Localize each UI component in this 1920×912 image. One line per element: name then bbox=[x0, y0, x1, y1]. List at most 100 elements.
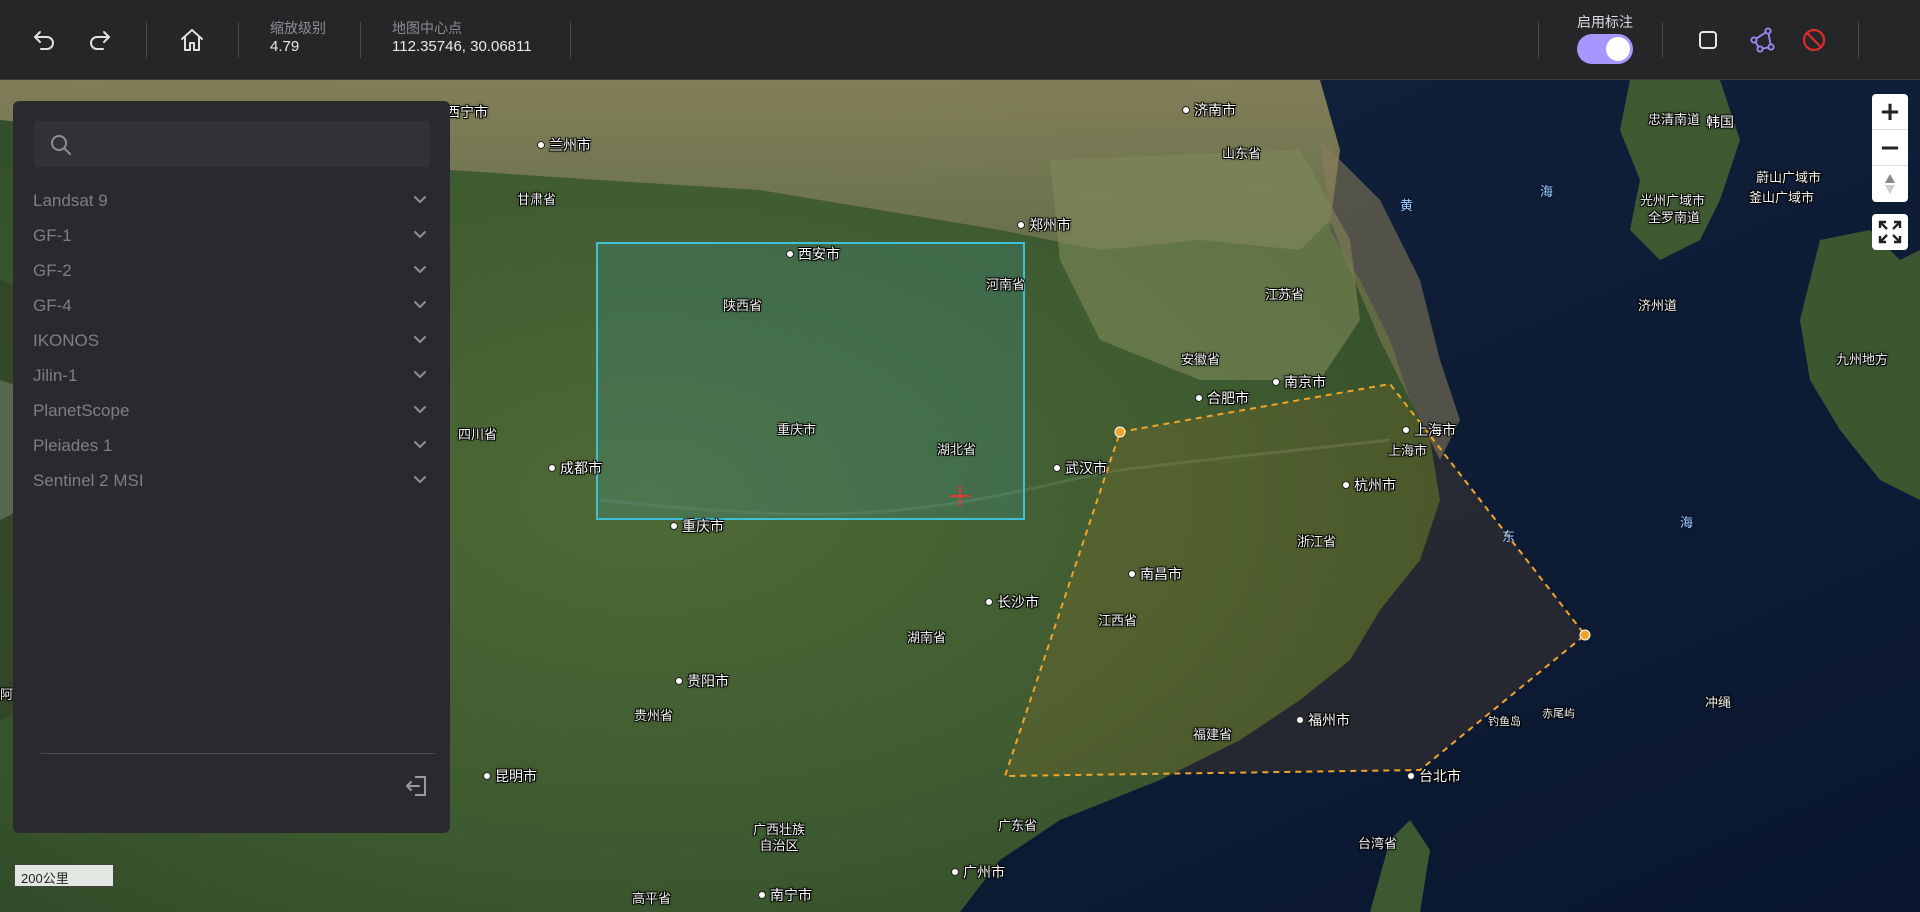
map-label: 重庆市 bbox=[777, 422, 817, 437]
map-label: 冲绳 bbox=[1705, 695, 1732, 710]
polygon-icon bbox=[1750, 27, 1775, 53]
map-label: 长沙市 bbox=[985, 594, 1039, 610]
search-icon bbox=[51, 135, 71, 155]
map-label: 广西壮族 自治区 bbox=[752, 822, 805, 853]
polygon-vertex[interactable] bbox=[1579, 629, 1591, 641]
map-label: 南宁市 bbox=[758, 887, 812, 903]
satellite-list-item[interactable]: GF-1 bbox=[13, 218, 450, 253]
search-box[interactable] bbox=[34, 121, 430, 167]
reset-north-button[interactable] bbox=[1872, 166, 1908, 202]
map-label: 四川省 bbox=[458, 427, 498, 442]
annotation-toggle-label: 启用标注 bbox=[1577, 14, 1633, 30]
chevron-down-icon[interactable] bbox=[413, 300, 427, 310]
map-label: 西安市 bbox=[786, 246, 840, 262]
chevron-down-icon[interactable] bbox=[413, 440, 427, 450]
satellite-name: Jilin-1 bbox=[33, 366, 78, 385]
logout-icon bbox=[406, 776, 426, 796]
map-label: 忠清南道 bbox=[1648, 112, 1701, 127]
rectangle-icon bbox=[1699, 31, 1717, 49]
satellite-list-item[interactable]: Pleiades 1 bbox=[13, 428, 450, 463]
redo-button[interactable] bbox=[84, 24, 116, 56]
map-label: 上海市 bbox=[1388, 443, 1428, 458]
undo-icon bbox=[34, 31, 54, 50]
map-label: 韩国 bbox=[1706, 114, 1734, 130]
map-label: 高平省 bbox=[632, 891, 672, 906]
satellite-name: Sentinel 2 MSI bbox=[33, 471, 144, 490]
compass-icon bbox=[1885, 174, 1895, 194]
map-label: 杭州市 bbox=[1342, 477, 1396, 493]
map-label: 广东省 bbox=[998, 818, 1038, 833]
toolbar-divider bbox=[1538, 22, 1539, 58]
annotation-toggle[interactable] bbox=[1577, 34, 1633, 64]
satellite-name: GF-4 bbox=[33, 296, 72, 315]
map-label: 钓鱼岛 bbox=[1488, 716, 1521, 728]
map-label: 光州广域市 bbox=[1640, 193, 1706, 208]
fullscreen-icon bbox=[1878, 220, 1902, 244]
top-toolbar: 缩放级别 4.79 地图中心点 112.35746, 30.06811 启用标注 bbox=[0, 0, 1920, 80]
toolbar-divider bbox=[238, 22, 239, 58]
map-label: 南昌市 bbox=[1128, 566, 1182, 582]
chevron-down-icon[interactable] bbox=[413, 405, 427, 415]
home-button[interactable] bbox=[176, 24, 208, 56]
map-label: 济州道 bbox=[1638, 298, 1678, 313]
clear-annotation-button[interactable] bbox=[1798, 24, 1830, 56]
satellite-list-item[interactable]: Sentinel 2 MSI bbox=[13, 463, 450, 498]
satellite-name: PlanetScope bbox=[33, 401, 130, 420]
polygon-vertex[interactable] bbox=[1114, 426, 1126, 438]
satellite-list-item[interactable]: GF-4 bbox=[13, 288, 450, 323]
app-root: 西宁市 兰州市 甘肃省 济南市 山东省 郑州市 西安市 河南省 陕西省 江苏省 … bbox=[0, 0, 1920, 912]
satellite-sidebar: Landsat 9 GF-1 GF-2 GF-4 IKONOS Jilin-1 Planet… bbox=[13, 101, 450, 833]
home-icon bbox=[181, 29, 203, 51]
zoom-in-button[interactable]: + bbox=[1872, 94, 1908, 130]
search-input[interactable] bbox=[84, 121, 414, 167]
map-label: 兰州市 bbox=[537, 137, 591, 153]
zoom-level-readout: 缩放级别 4.79 bbox=[270, 20, 326, 56]
sea-label: 海 bbox=[1680, 515, 1694, 530]
map-label: 贵州省 bbox=[634, 708, 674, 723]
zoom-level-label: 缩放级别 bbox=[270, 20, 326, 36]
satellite-list-item[interactable]: GF-2 bbox=[13, 253, 450, 288]
satellite-list-item[interactable]: Jilin-1 bbox=[13, 358, 450, 393]
undo-button[interactable] bbox=[28, 24, 60, 56]
map-label: 济南市 bbox=[1182, 102, 1236, 118]
zoom-out-button[interactable]: − bbox=[1872, 130, 1908, 166]
chevron-down-icon[interactable] bbox=[413, 475, 427, 485]
chevron-down-icon[interactable] bbox=[413, 195, 427, 205]
sidebar-divider bbox=[41, 753, 435, 754]
selection-rectangle[interactable] bbox=[596, 242, 1025, 520]
collapse-sidebar-button[interactable] bbox=[401, 770, 433, 802]
map-label: 南京市 bbox=[1272, 374, 1326, 390]
zoom-control: + − bbox=[1872, 94, 1908, 202]
map-label: 台湾省 bbox=[1358, 836, 1398, 851]
satellite-name: IKONOS bbox=[33, 331, 100, 350]
chevron-down-icon[interactable] bbox=[413, 265, 427, 275]
annotation-toggle-group: 启用标注 bbox=[1570, 13, 1640, 64]
map-label: 合肥市 bbox=[1195, 390, 1249, 406]
map-label: 河南省 bbox=[986, 277, 1026, 292]
toolbar-divider bbox=[360, 22, 361, 58]
toolbar-divider bbox=[146, 22, 147, 58]
fullscreen-button[interactable] bbox=[1872, 214, 1908, 250]
toolbar-divider bbox=[1858, 22, 1859, 58]
map-label: 釜山广域市 bbox=[1749, 190, 1815, 205]
draw-polygon-button[interactable] bbox=[1746, 24, 1778, 56]
map-label: 蔚山广域市 bbox=[1756, 170, 1822, 185]
map-label: 福建省 bbox=[1193, 727, 1233, 742]
draw-rectangle-button[interactable] bbox=[1692, 24, 1724, 56]
satellite-name: Pleiades 1 bbox=[33, 436, 113, 455]
map-center-value: 112.35746, 30.06811 bbox=[392, 38, 532, 55]
map-label: 九州地方 bbox=[1836, 352, 1889, 367]
chevron-down-icon[interactable] bbox=[413, 230, 427, 240]
chevron-down-icon[interactable] bbox=[413, 335, 427, 345]
satellite-list-item[interactable]: IKONOS bbox=[13, 323, 450, 358]
chevron-down-icon[interactable] bbox=[413, 370, 427, 380]
map-label: 甘肃省 bbox=[517, 192, 557, 207]
satellite-list-item[interactable]: Landsat 9 bbox=[13, 183, 450, 218]
map-label: 台北市 bbox=[1407, 768, 1461, 784]
map-label: 贵阳市 bbox=[675, 673, 729, 689]
satellite-list-item[interactable]: PlanetScope bbox=[13, 393, 450, 428]
map-center-label: 地图中心点 bbox=[392, 20, 462, 36]
satellite-name: GF-2 bbox=[33, 261, 72, 280]
map-label: 成都市 bbox=[548, 460, 602, 476]
sea-label: 东 bbox=[1502, 529, 1516, 544]
